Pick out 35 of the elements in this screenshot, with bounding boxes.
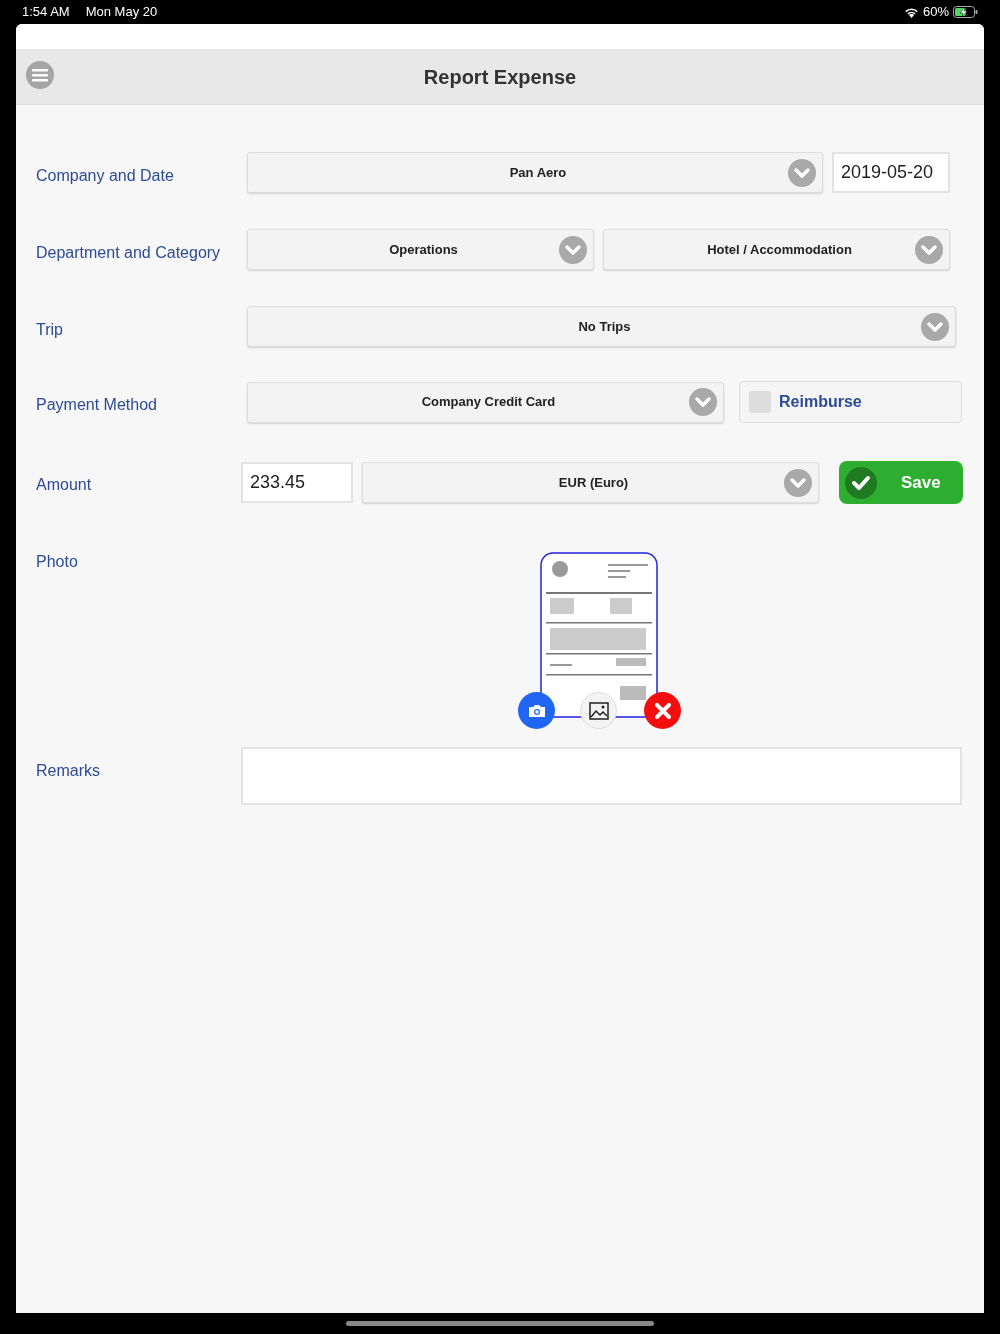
field-label: Company and Date xyxy=(36,166,175,186)
field-label: Department and Category xyxy=(36,243,222,263)
dropdown[interactable]: Pan Aero xyxy=(247,152,823,193)
dropdown[interactable]: Company Credit Card xyxy=(247,381,724,423)
chevron-down-icon xyxy=(915,235,943,264)
battery-percentage: 60% xyxy=(922,3,949,22)
field-label: Remarks xyxy=(36,761,101,781)
chevron-down-icon xyxy=(559,235,587,264)
image-icon xyxy=(588,701,609,720)
field-label: Photo xyxy=(36,552,79,572)
input-field[interactable]: 233.45 xyxy=(241,462,353,503)
camera-icon xyxy=(527,703,546,718)
dropdown[interactable]: Operations xyxy=(247,229,594,270)
status-date: Mon May 20 xyxy=(85,3,158,22)
page-title: Report Expense xyxy=(423,64,577,90)
camera-button[interactable] xyxy=(518,692,555,729)
field-label: Trip xyxy=(36,320,64,340)
chevron-down-icon xyxy=(689,388,717,416)
dropdown[interactable]: No Trips xyxy=(247,306,956,347)
menu-icon[interactable] xyxy=(26,61,54,89)
remarks-field[interactable] xyxy=(241,747,962,805)
wifi-icon xyxy=(903,6,919,18)
status-time: 1:54 AM xyxy=(22,3,70,22)
dropdown[interactable]: Hotel / Accommodation xyxy=(603,229,950,270)
chevron-down-icon xyxy=(788,158,816,187)
dropdown[interactable]: EUR (Euro) xyxy=(362,462,819,503)
field-label: Payment Method xyxy=(36,395,158,415)
input-field[interactable]: 2019-05-20 xyxy=(832,152,950,193)
chevron-down-icon xyxy=(921,312,949,341)
close-icon xyxy=(654,702,671,719)
chevron-down-icon xyxy=(784,468,812,497)
delete-button[interactable] xyxy=(644,692,681,729)
reimburse-checkbox[interactable]: Reimburse xyxy=(739,381,962,423)
field-label: Amount xyxy=(36,475,93,495)
check-icon xyxy=(845,466,877,499)
